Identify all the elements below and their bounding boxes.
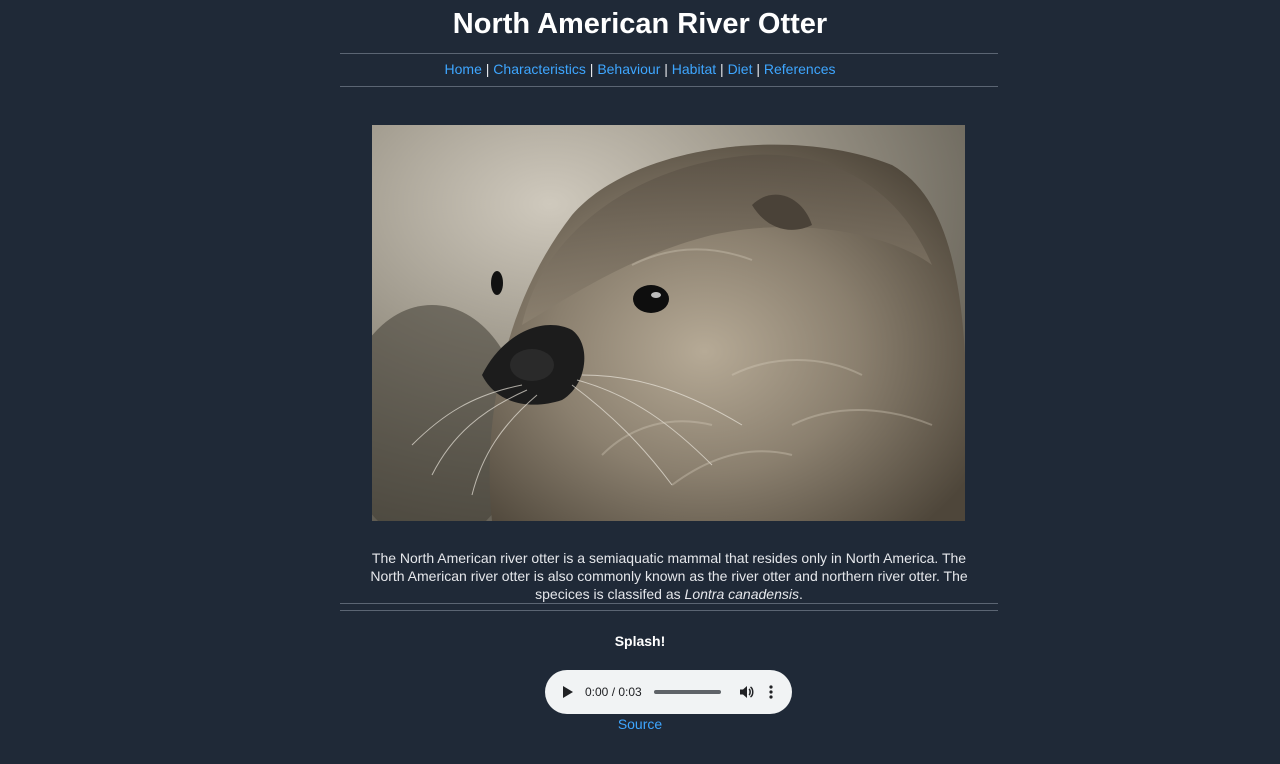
more-vertical-icon [769,685,773,699]
audio-player[interactable]: 0:00 / 0:03 [545,670,792,714]
species-name: Lontra canadensis [684,586,799,602]
nav-link-characteristics[interactable]: Characteristics [493,61,586,77]
nav-separator: | [720,61,724,77]
page: North American River Otter Home | Charac… [0,0,1280,764]
divider-nav-bottom [340,86,998,87]
nav-link-home[interactable]: Home [445,61,482,77]
description-end: . [798,586,803,602]
main-nav: Home | Characteristics | Behaviour | Hab… [0,60,1280,78]
audio-source-link[interactable]: Source [618,716,662,732]
nav-separator: | [589,61,594,77]
divider-audio-top [340,603,998,604]
audio-scrubber[interactable] [653,690,721,694]
source-link-wrap: Source [0,716,1280,732]
nav-link-diet[interactable]: Diet [728,61,753,77]
volume-button[interactable] [739,684,755,700]
play-icon [563,686,573,698]
nav-link-references[interactable]: References [764,61,836,77]
divider-top [340,53,998,54]
intro-description: The North American river otter is a semi… [355,549,983,603]
audio-title: Splash! [614,633,666,649]
description-text: The North American river otter is a semi… [370,550,968,602]
more-options-button[interactable] [765,684,777,700]
play-button[interactable] [561,685,575,699]
nav-link-behaviour[interactable]: Behaviour [597,61,660,77]
divider-audio-second [340,610,998,611]
nav-separator: | [756,61,760,77]
volume-icon [739,686,754,698]
nav-separator: | [664,61,668,77]
page-title: North American River Otter [452,8,828,40]
nav-separator: | [485,61,490,77]
nav-link-habitat[interactable]: Habitat [672,61,716,77]
otter-photo [372,125,965,521]
audio-time: 0:00 / 0:03 [585,685,642,699]
